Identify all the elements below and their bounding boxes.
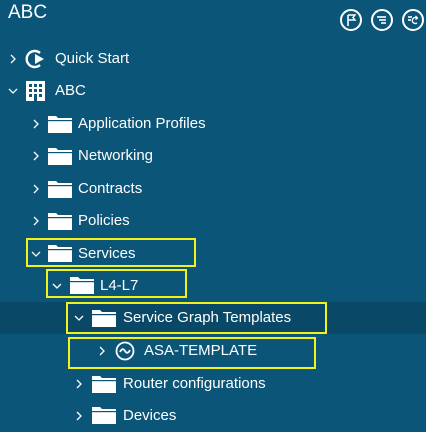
folder-open-icon — [92, 310, 116, 327]
folder-open-icon — [70, 277, 94, 294]
tree-item-router-configurations[interactable]: Router configurations — [0, 368, 426, 400]
tree-item-contracts[interactable]: Contracts — [0, 173, 426, 205]
folder-icon — [48, 181, 72, 198]
folder-icon — [48, 213, 72, 230]
chevron-right-icon[interactable] — [29, 214, 43, 228]
chevron-down-icon[interactable] — [50, 279, 64, 293]
navigation-tree: Quick Start ABC Application Profiles Net… — [0, 0, 426, 426]
chevron-right-icon[interactable] — [29, 149, 43, 163]
chevron-right-icon[interactable] — [72, 377, 86, 391]
tree-item-networking[interactable]: Networking — [0, 140, 426, 172]
folder-icon — [48, 116, 72, 133]
chevron-down-icon[interactable] — [29, 247, 43, 261]
building-icon — [26, 81, 45, 101]
tree-item-service-graph-templates[interactable]: Service Graph Templates — [0, 302, 426, 334]
tree-item-label: Contracts — [78, 180, 143, 197]
tree-item-label: ABC — [55, 82, 86, 99]
tree-item-label: Router configurations — [123, 375, 266, 392]
tree-item-label: Service Graph Templates — [123, 309, 292, 326]
folder-icon — [48, 148, 72, 165]
tree-item-quick-start[interactable]: Quick Start — [0, 43, 426, 75]
folder-icon — [92, 376, 116, 393]
chevron-down-icon[interactable] — [72, 311, 86, 325]
tree-item-services[interactable]: Services — [0, 238, 426, 270]
tree-item-devices[interactable]: Devices — [0, 400, 426, 432]
tree-item-label: ASA-TEMPLATE — [144, 342, 258, 359]
tree-item-l4-l7[interactable]: L4-L7 — [0, 270, 426, 302]
chevron-right-icon[interactable] — [29, 182, 43, 196]
chevron-right-icon[interactable] — [72, 409, 86, 423]
chevron-down-icon[interactable] — [6, 84, 20, 98]
chevron-right-icon[interactable] — [95, 344, 109, 358]
quick-start-icon — [25, 49, 44, 69]
folder-icon — [92, 407, 116, 424]
tree-item-policies[interactable]: Policies — [0, 205, 426, 237]
template-icon — [115, 341, 135, 361]
chevron-right-icon[interactable] — [29, 117, 43, 131]
tree-item-label: Application Profiles — [78, 115, 206, 132]
tree-item-abc[interactable]: ABC — [0, 75, 426, 107]
chevron-right-icon[interactable] — [6, 52, 20, 66]
tree-item-label: L4-L7 — [100, 277, 139, 294]
tree-item-label: Networking — [78, 147, 154, 164]
tree-item-label: Policies — [78, 212, 130, 229]
tree-item-label: Devices — [123, 407, 177, 424]
folder-open-icon — [48, 245, 72, 262]
tree-item-asa-template[interactable]: ASA-TEMPLATE — [0, 335, 426, 367]
tree-item-label: Services — [78, 245, 136, 262]
tree-item-application-profiles[interactable]: Application Profiles — [0, 108, 426, 140]
tree-item-label: Quick Start — [55, 50, 130, 67]
